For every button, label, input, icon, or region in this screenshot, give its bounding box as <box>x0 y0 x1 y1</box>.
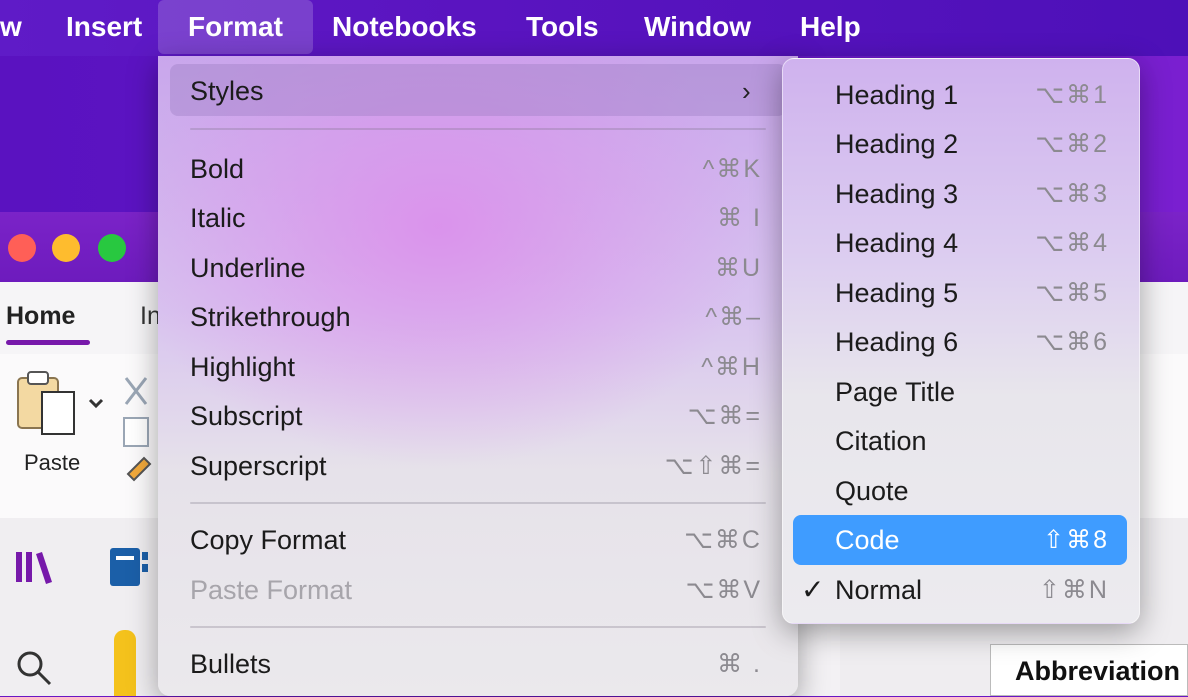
tab-home-indicator <box>6 340 90 345</box>
menu-item-shortcut: ⌥⌘5 <box>1035 279 1109 307</box>
menu-item-label: Heading 4 <box>835 228 959 258</box>
menu-format[interactable]: Format <box>158 0 313 54</box>
search-icon[interactable] <box>14 648 54 688</box>
menu-item-shortcut: ⌥⌘V <box>685 576 762 604</box>
menu-view[interactable]: w <box>0 0 22 54</box>
notebook-icon[interactable] <box>106 544 150 590</box>
menu-item-label: Quote <box>835 476 909 506</box>
submenu-item-heading-2[interactable]: Heading 2 ⌥⌘2 <box>783 121 1141 167</box>
menu-item-subscript[interactable]: Subscript ⌥⌘= <box>158 393 798 439</box>
menu-item-label: Subscript <box>190 401 303 431</box>
submenu-item-heading-4[interactable]: Heading 4 ⌥⌘4 <box>783 220 1141 266</box>
menu-item-label: Heading 2 <box>835 129 959 159</box>
menu-insert[interactable]: Insert <box>66 0 142 54</box>
menu-item-label: Citation <box>835 426 927 456</box>
menu-separator <box>190 502 766 504</box>
menu-item-shortcut: ⌥⌘C <box>684 526 762 554</box>
menu-item-highlight[interactable]: Highlight ^⌘H <box>158 344 798 390</box>
menu-help[interactable]: Help <box>800 0 861 54</box>
close-window-button[interactable] <box>8 234 36 262</box>
menu-item-label: Heading 3 <box>835 179 959 209</box>
library-icon[interactable] <box>14 548 54 588</box>
menu-item-label: Italic <box>190 203 246 233</box>
menu-separator <box>190 128 766 130</box>
menu-item-shortcut: ⌥⌘2 <box>1035 130 1109 158</box>
table-cell[interactable]: Abbreviation <box>990 644 1188 696</box>
submenu-item-heading-3[interactable]: Heading 3 ⌥⌘3 <box>783 171 1141 217</box>
menu-item-shortcut: ⌥⌘6 <box>1035 328 1109 356</box>
menu-item-shortcut: ⌥⌘3 <box>1035 180 1109 208</box>
menu-item-label: Heading 5 <box>835 278 959 308</box>
menu-item-label: Heading 6 <box>835 327 959 357</box>
menu-item-label: Heading 1 <box>835 80 959 110</box>
menu-item-label: Normal <box>835 575 923 605</box>
section-tab[interactable] <box>114 630 136 696</box>
menu-item-shortcut: ⇧⌘8 <box>1043 526 1109 554</box>
styles-submenu: Heading 1 ⌥⌘1 Heading 2 ⌥⌘2 Heading 3 ⌥⌘… <box>782 58 1140 624</box>
menu-item-label: Highlight <box>190 352 296 382</box>
menu-item-shortcut: ^⌘– <box>705 303 762 331</box>
menu-item-label: Paste Format <box>190 575 353 605</box>
menu-item-copy-format[interactable]: Copy Format ⌥⌘C <box>158 517 798 563</box>
submenu-item-quote[interactable]: Quote <box>783 468 1141 514</box>
menu-item-bullets[interactable]: Bullets ⌘ . <box>158 641 798 687</box>
menu-item-shortcut: ⌘ . <box>717 650 762 678</box>
menu-item-shortcut: ^⌘H <box>701 353 762 381</box>
menu-tools[interactable]: Tools <box>526 0 599 54</box>
menu-item-label: Styles <box>190 76 264 106</box>
menu-item-shortcut: ⌥⌘4 <box>1035 229 1109 257</box>
checkmark-icon: ✓ <box>801 574 825 605</box>
submenu-item-heading-5[interactable]: Heading 5 ⌥⌘5 <box>783 270 1141 316</box>
menu-bar: w Insert Format Notebooks Tools Window H… <box>0 0 1188 56</box>
menu-item-shortcut: ⌘U <box>714 254 762 282</box>
paste-label: Paste <box>24 450 81 475</box>
format-menu: Styles › Bold ^⌘K Italic ⌘ I Underline ⌘… <box>158 56 798 696</box>
paste-icon[interactable] <box>14 368 110 448</box>
menu-window[interactable]: Window <box>644 0 751 54</box>
notebooks-sidebar <box>0 518 160 696</box>
zoom-window-button[interactable] <box>98 234 126 262</box>
menu-item-shortcut: ⇧⌘N <box>1038 576 1109 604</box>
menu-item-label: Bullets <box>190 649 272 679</box>
tab-home[interactable]: Home <box>6 302 75 331</box>
menu-item-shortcut: ^⌘K <box>702 155 762 183</box>
menu-item-styles[interactable]: Styles › <box>158 68 798 114</box>
menu-item-shortcut: ⌘ I <box>717 204 762 232</box>
menu-item-label: Underline <box>190 253 306 283</box>
menu-item-superscript[interactable]: Superscript ⌥⇧⌘= <box>158 443 798 489</box>
menu-item-label: Copy Format <box>190 525 347 555</box>
menu-item-label: Bold <box>190 154 245 184</box>
clipboard-tools-icon[interactable] <box>120 374 158 484</box>
menu-item-italic[interactable]: Italic ⌘ I <box>158 195 798 241</box>
menu-item-paste-format: Paste Format ⌥⌘V <box>158 567 798 613</box>
menu-item-label: Superscript <box>190 451 327 481</box>
menu-item-label: Strikethrough <box>190 302 351 332</box>
submenu-item-code[interactable]: Code ⇧⌘8 <box>783 517 1141 563</box>
chevron-right-icon: › <box>742 76 751 106</box>
menu-item-shortcut: ⌥⌘1 <box>1035 81 1109 109</box>
menu-item-underline[interactable]: Underline ⌘U <box>158 245 798 291</box>
submenu-item-heading-6[interactable]: Heading 6 ⌥⌘6 <box>783 319 1141 365</box>
submenu-item-heading-1[interactable]: Heading 1 ⌥⌘1 <box>783 72 1141 118</box>
submenu-item-page-title[interactable]: Page Title <box>783 369 1141 415</box>
menu-item-label: Page Title <box>835 377 956 407</box>
submenu-item-citation[interactable]: Citation <box>783 418 1141 464</box>
menu-notebooks[interactable]: Notebooks <box>332 0 477 54</box>
minimize-window-button[interactable] <box>52 234 80 262</box>
submenu-item-normal[interactable]: ✓ Normal ⇧⌘N <box>783 567 1141 613</box>
menu-item-shortcut: ⌥⌘= <box>687 402 762 430</box>
menu-item-label: Code <box>835 525 900 555</box>
menu-item-bold[interactable]: Bold ^⌘K <box>158 146 798 192</box>
menu-item-shortcut: ⌥⇧⌘= <box>664 452 762 480</box>
menu-separator <box>190 626 766 628</box>
menu-item-strikethrough[interactable]: Strikethrough ^⌘– <box>158 294 798 340</box>
